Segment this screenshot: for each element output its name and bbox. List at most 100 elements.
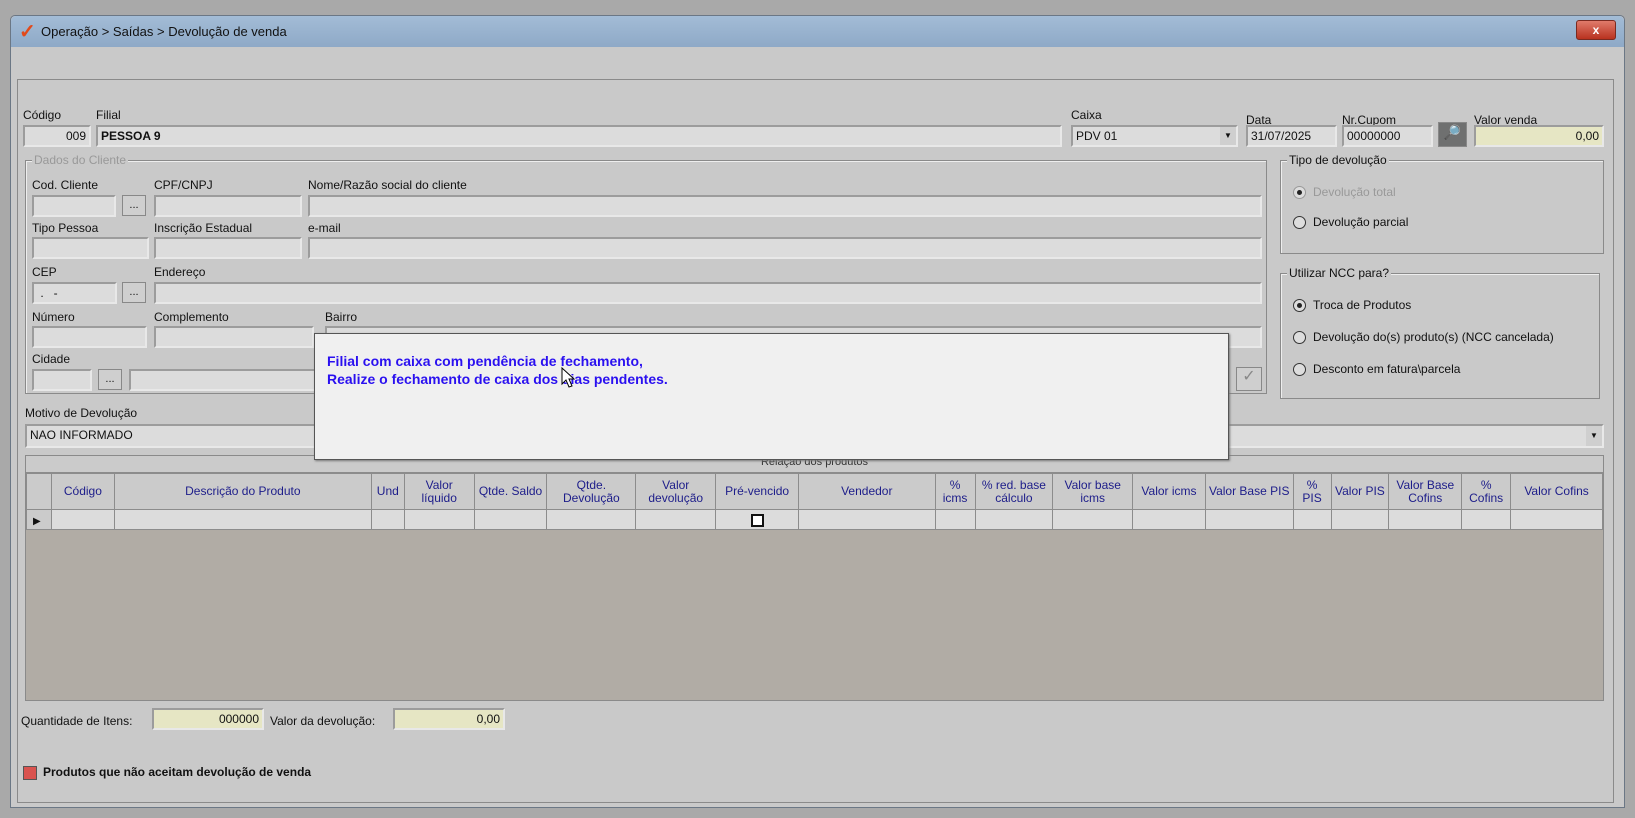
data-field[interactable]: 31/07/2025 [1246,125,1337,147]
grid-cell[interactable] [797,509,936,530]
cod-cliente-label: Cod. Cliente [32,178,99,192]
search-cupom-button[interactable]: 🔎 [1438,122,1467,147]
radio-label: Devolução do(s) produto(s) (NCC cancelad… [1313,330,1554,344]
cep-field[interactable]: . - [32,282,117,304]
valor-devolucao-label: Valor da devolução: [270,714,376,728]
search-cep-button[interactable]: ... [122,282,146,303]
column-header[interactable]: Qtde. Saldo [473,473,548,510]
radio-devolucao-total[interactable]: Devolução total [1293,185,1396,199]
ncc-group-title: Utilizar NCC para? [1287,266,1392,280]
grid-cell[interactable] [635,509,717,530]
radio-desconto-fatura[interactable]: Desconto em fatura\parcela [1293,362,1460,376]
window-title: Operação > Saídas > Devolução de venda [41,24,287,39]
grid-cell[interactable]: ▶ [26,509,52,530]
valor-devolucao-field: 0,00 [393,708,505,730]
grid-cell[interactable] [1388,509,1463,530]
chevron-down-icon[interactable]: ▼ [1586,426,1602,446]
nome-field[interactable] [308,195,1262,217]
close-button[interactable]: x [1576,20,1616,40]
row-indicator-icon: ▶ [33,515,41,527]
grid-cell[interactable] [1330,509,1390,530]
column-header[interactable]: Qtde. Devolução [546,473,637,510]
column-header[interactable]: Descrição do Produto [113,473,372,510]
email-label: e-mail [308,221,341,235]
confirm-button[interactable]: ✓ [1236,367,1262,391]
grid-cell[interactable] [403,509,475,530]
column-header[interactable]: % PIS [1292,473,1332,510]
column-header[interactable]: Valor PIS [1330,473,1390,510]
legend-red-swatch [23,766,37,780]
column-header[interactable]: Valor Base PIS [1204,473,1294,510]
column-header[interactable]: % Cofins [1461,473,1512,510]
cod-cliente-field[interactable] [32,195,116,217]
codigo-field[interactable]: 009 [23,125,91,147]
grid-cell[interactable] [50,509,115,530]
radio-icon [1293,362,1306,376]
column-header[interactable]: Valor devolução [635,473,717,510]
column-header[interactable]: Valor base icms [1052,473,1134,510]
nome-label: Nome/Razão social do cliente [308,178,467,192]
radio-devolucao-produtos[interactable]: Devolução do(s) produto(s) (NCC cancelad… [1293,330,1554,344]
grid-cell[interactable] [1292,509,1332,530]
complemento-label: Complemento [154,310,229,324]
grid-cell[interactable] [370,509,405,530]
close-icon: x [1592,23,1600,37]
grid-cell[interactable] [974,509,1054,530]
grid-cell[interactable] [113,509,372,530]
tipo-pessoa-label: Tipo Pessoa [32,221,99,235]
cpf-field[interactable] [154,195,302,217]
grid-cell[interactable] [1204,509,1294,530]
grid-cell[interactable] [1510,509,1603,530]
grid-cell[interactable] [546,509,637,530]
column-header[interactable]: Valor icms [1132,473,1206,510]
cep-label: CEP [32,265,57,279]
column-header[interactable]: % icms [934,473,976,510]
ie-field[interactable] [154,237,302,259]
caixa-value: PDV 01 [1076,129,1118,143]
endereco-field[interactable] [154,282,1262,304]
complemento-field[interactable] [154,326,314,348]
column-header[interactable]: Pré-vencido [715,473,799,510]
column-header[interactable]: Valor Cofins [1510,473,1603,510]
numero-field[interactable] [32,326,147,348]
search-cidade-button[interactable]: ... [98,369,122,390]
grid-cell[interactable] [1461,509,1512,530]
radio-troca-produtos[interactable]: Troca de Produtos [1293,298,1411,312]
search-icon: 🔎 [1443,124,1462,140]
column-header[interactable]: Código [50,473,115,510]
column-header[interactable] [26,473,52,510]
cupom-field[interactable]: 00000000 [1342,125,1433,147]
caixa-label: Caixa [1071,108,1102,122]
radio-icon [1293,298,1306,312]
radio-icon [1293,215,1306,229]
column-header[interactable]: Valor Base Cofins [1388,473,1463,510]
table-row[interactable]: ▶ [26,509,1603,530]
tipo-pessoa-field[interactable] [32,237,149,259]
column-header[interactable]: Valor líquido [403,473,475,510]
column-header[interactable]: Und [370,473,405,510]
column-header[interactable]: Vendedor [797,473,936,510]
email-field[interactable] [308,237,1262,259]
app-logo-icon: ✓ [19,21,36,43]
title-bar: ✓ Operação > Saídas > Devolução de venda… [11,16,1624,47]
caixa-select[interactable]: PDV 01 ▼ [1071,125,1238,147]
motivo-label: Motivo de Devolução [25,406,138,420]
search-cliente-button[interactable]: ... [122,195,146,216]
cidade-code-field[interactable] [32,369,92,391]
pre-vencido-checkbox[interactable] [750,513,764,527]
chevron-down-icon[interactable]: ▼ [1220,127,1236,145]
grid-cell[interactable] [715,509,799,530]
grid-cell[interactable] [1132,509,1206,530]
mouse-cursor-icon [561,367,575,388]
legend-label: Produtos que não aceitam devolução de ve… [43,765,312,779]
grid-cell[interactable] [1052,509,1134,530]
radio-devolucao-parcial[interactable]: Devolução parcial [1293,215,1408,229]
grid-cell[interactable] [934,509,976,530]
motivo-value: NAO INFORMADO [30,428,133,442]
column-header[interactable]: % red. base cálculo [974,473,1054,510]
products-grid[interactable]: Relação dos produtos Código Descrição do … [25,455,1604,701]
message-line-1: Filial com caixa com pendência de fecham… [327,353,643,369]
grid-cell[interactable] [473,509,548,530]
filial-field[interactable]: PESSOA 9 [96,125,1062,147]
numero-label: Número [32,310,75,324]
